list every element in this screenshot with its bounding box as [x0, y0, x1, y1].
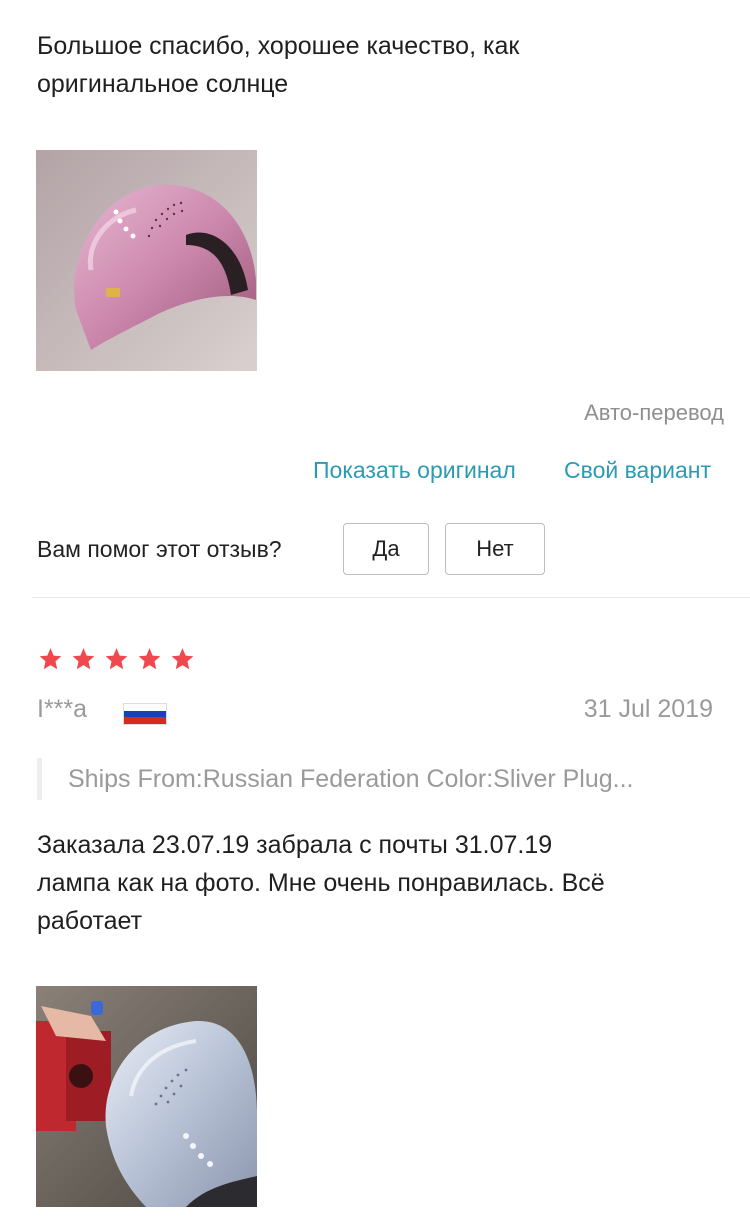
show-original-link[interactable]: Показать оригинал — [313, 457, 516, 484]
star-icon — [39, 648, 62, 670]
sku-info-text: Ships From:Russian Federation Color:Sliv… — [68, 764, 634, 793]
russia-flag-icon — [123, 703, 167, 725]
review-text: Большое спасибо, хорошее качество, как о… — [37, 32, 520, 98]
review-author: I***a — [37, 695, 88, 723]
own-variant-link[interactable]: Свой вариант — [564, 457, 711, 484]
review-date: 31 Jul 2019 — [583, 695, 713, 723]
star-icon — [138, 648, 161, 670]
star-rating — [37, 646, 197, 677]
helpful-no-button[interactable]: Нет — [445, 523, 545, 575]
silver-uv-lamp-icon — [36, 986, 257, 1207]
review-divider — [32, 597, 750, 598]
star-icon — [105, 648, 128, 670]
helpful-yes-button[interactable]: Да — [343, 523, 429, 575]
review-text: Заказала 23.07.19 забрала с почты 31.07.… — [37, 831, 605, 935]
helpful-question: Вам помог этот отзыв? — [37, 536, 282, 562]
review-photo[interactable] — [36, 986, 257, 1207]
sku-info-bar: Ships From:Russian Federation Color:Sliv… — [37, 758, 727, 800]
auto-translate-label: Авто-перевод — [584, 400, 724, 425]
star-icon — [72, 648, 95, 670]
star-icon — [171, 648, 194, 670]
pink-uv-lamp-icon — [36, 150, 257, 371]
review-photo[interactable] — [36, 150, 257, 371]
